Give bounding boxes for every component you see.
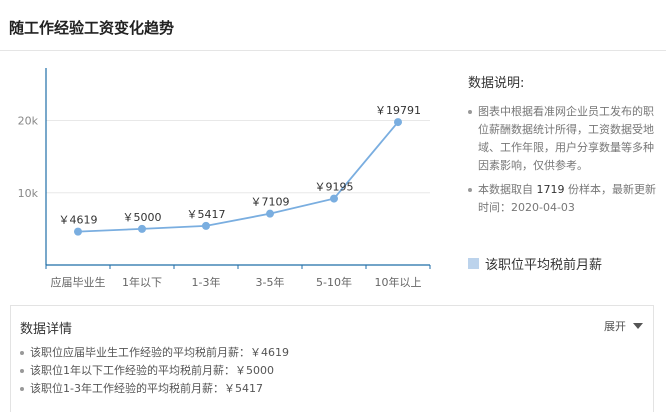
expand-label: 展开 xyxy=(604,320,626,333)
note-sample-prefix: 本数据取自 xyxy=(478,183,537,196)
x-tick-label: 1年以下 xyxy=(122,275,162,289)
data-label: ￥5000 xyxy=(123,211,162,224)
data-notes: 数据说明: 图表中根据看准网企业员工发布的职位薪酬数据统计所得，工资数据受地域、… xyxy=(468,72,658,223)
legend-swatch xyxy=(468,258,479,269)
data-point xyxy=(266,209,274,218)
x-tick-label: 应届毕业生 xyxy=(51,275,106,289)
data-label: ￥9195 xyxy=(315,181,354,194)
data-label: ￥4619 xyxy=(59,214,98,227)
data-point xyxy=(202,221,210,230)
x-tick-label: 3-5年 xyxy=(256,275,285,289)
expand-button[interactable]: 展开 xyxy=(604,318,643,334)
detail-item: 该职位1年以下工作经验的平均税前月薪：￥5000 xyxy=(20,362,289,380)
salary-trend-chart: 10k 20k 应届毕业生 1年以下 1-3年 3-5年 5-10年 10年以上 ￥4619 ￥5… xyxy=(18,68,431,289)
data-details-panel: 数据详情 展开 该职位应届毕业生工作经验的平均税前月薪：￥4619 该职位1年以… xyxy=(10,305,654,412)
title-divider xyxy=(0,50,666,51)
x-tick-label: 10年以上 xyxy=(375,275,422,289)
y-tick-label: 20k xyxy=(18,115,39,128)
note-sample-count: 1719 xyxy=(536,183,565,196)
x-tick-label: 1-3年 xyxy=(192,275,221,289)
data-point xyxy=(394,118,402,127)
note-item-sample: 本数据取自 1719 份样本，最新更新时间：2020-04-03 xyxy=(468,181,658,217)
data-point xyxy=(138,224,146,233)
details-list: 该职位应届毕业生工作经验的平均税前月薪：￥4619 该职位1年以下工作经验的平均… xyxy=(20,344,289,398)
note-update-date: 2020-04-03 xyxy=(511,201,575,214)
data-point xyxy=(74,227,82,236)
page-title: 随工作经验工资变化趋势 xyxy=(9,19,175,37)
legend-label: 该职位平均税前月薪 xyxy=(485,258,603,273)
detail-item: 该职位1-3年工作经验的平均税前月薪：￥5417 xyxy=(20,380,289,398)
chart-legend: 该职位平均税前月薪 xyxy=(468,254,602,273)
data-label: ￥19791 xyxy=(375,104,421,117)
caret-down-icon xyxy=(633,323,643,329)
data-label: ￥7109 xyxy=(251,196,290,209)
details-title: 数据详情 xyxy=(20,322,73,337)
detail-item: 该职位应届毕业生工作经验的平均税前月薪：￥4619 xyxy=(20,344,289,362)
notes-title: 数据说明: xyxy=(468,76,525,91)
y-tick-label: 10k xyxy=(18,187,39,200)
data-point xyxy=(330,194,338,203)
x-tick-label: 5-10年 xyxy=(316,275,352,289)
note-item-source: 图表中根据看准网企业员工发布的职位薪酬数据统计所得，工资数据受地域、工作年限，用… xyxy=(468,103,658,175)
data-label: ￥5417 xyxy=(187,208,226,221)
